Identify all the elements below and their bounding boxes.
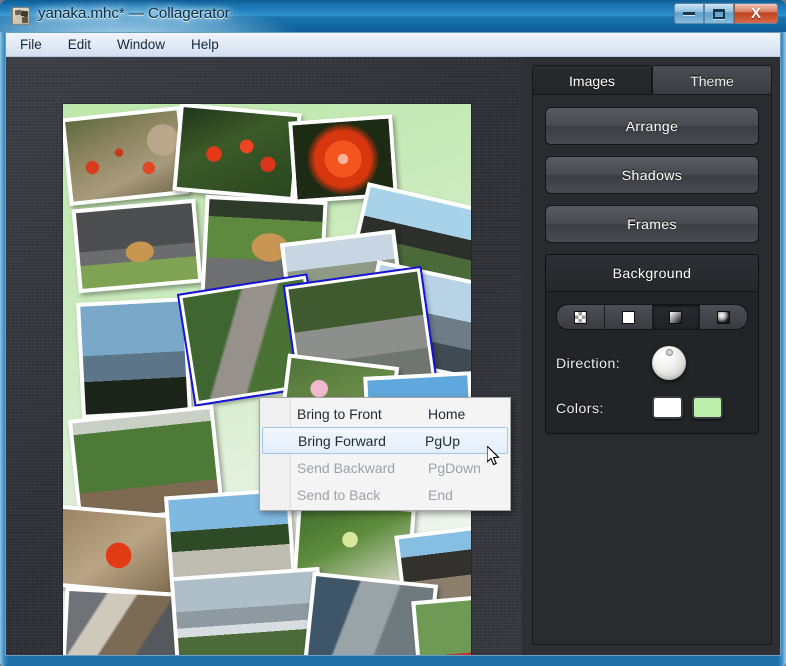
color-swatch-2[interactable] (692, 396, 723, 419)
workspace: Images Theme Arrange Shadows Frames Back… (6, 57, 780, 655)
tab-images[interactable]: Images (532, 65, 652, 95)
photo-shinkansen-cityscape[interactable] (169, 566, 327, 655)
context-menu-item-send-to-back: Send to Back End (260, 481, 510, 508)
photo-red-fence-park[interactable] (411, 590, 471, 655)
photo-image (75, 203, 199, 289)
window-title: yanaka.mhc* — Collagerator (38, 5, 230, 22)
background-group-body: Direction: Colors: (546, 292, 758, 433)
context-menu-item-shortcut: Home (428, 405, 466, 422)
colors-label: Colors: (556, 399, 604, 416)
menu-item-edit[interactable]: Edit (68, 37, 91, 52)
knob-indicator-icon (666, 349, 673, 356)
tab-theme[interactable]: Theme (652, 65, 772, 95)
colors-row: Colors: (556, 396, 748, 419)
context-menu-item-label: Bring to Front (297, 405, 382, 422)
arrange-button[interactable]: Arrange (545, 107, 759, 145)
context-menu-item-bring-forward[interactable]: Bring Forward PgUp (262, 427, 508, 454)
fill-mode-solid[interactable] (605, 305, 653, 329)
background-group-title: Background (546, 255, 758, 292)
background-group: Background Direction: Colors: (545, 254, 759, 434)
photo-image (63, 508, 182, 594)
shadows-button[interactable]: Shadows (545, 156, 759, 194)
radial-gradient-icon (717, 310, 731, 324)
linear-gradient-icon (669, 310, 683, 324)
context-menu-item-shortcut: End (428, 486, 453, 503)
frames-button[interactable]: Frames (545, 205, 759, 243)
context-menu-item-send-backward: Send Backward PgDown (260, 454, 510, 481)
photo-image (65, 110, 185, 202)
photo-red-flowers-wall[interactable] (63, 105, 190, 207)
photo-image (64, 591, 186, 655)
menu-item-file[interactable]: File (20, 37, 42, 52)
color-swatch-1[interactable] (652, 396, 683, 419)
maximize-button[interactable] (704, 3, 734, 24)
menu-item-window[interactable]: Window (117, 37, 165, 52)
fill-mode-transparent[interactable] (557, 305, 605, 329)
photo-image (80, 301, 188, 415)
solid-fill-icon (621, 310, 635, 324)
minimize-button[interactable] (674, 3, 704, 24)
context-menu-item-label: Send Backward (297, 459, 396, 476)
close-icon: X (750, 5, 761, 22)
photo-image (173, 571, 323, 655)
photo-image (176, 107, 298, 197)
checkerboard-icon (573, 310, 587, 324)
context-menu: Bring to Front Home Bring Forward PgUp S… (259, 397, 511, 511)
menu-bar: File Edit Window Help (6, 33, 780, 57)
sidebar-panel: Images Theme Arrange Shadows Frames Back… (522, 57, 780, 655)
direction-row: Direction: (556, 346, 748, 380)
collage-app-icon (12, 7, 30, 25)
photo-image (415, 595, 471, 655)
direction-label: Direction: (556, 355, 621, 371)
direction-knob[interactable] (652, 346, 686, 380)
fill-mode-selector (556, 304, 748, 330)
photo-cat-standing-road[interactable] (71, 198, 203, 294)
fill-mode-radial-gradient[interactable] (700, 305, 747, 329)
window-controls: X (674, 3, 778, 24)
context-menu-item-bring-to-front[interactable]: Bring to Front Home (260, 400, 510, 427)
minimize-icon (683, 12, 695, 15)
context-menu-item-label: Send to Back (297, 486, 381, 503)
collage-canvas-area[interactable] (6, 57, 522, 655)
photo-red-spider-lilies[interactable] (172, 104, 302, 202)
menu-item-help[interactable]: Help (191, 37, 219, 52)
collage-sheet[interactable] (63, 104, 471, 655)
title-bar[interactable]: yanaka.mhc* — Collagerator X (0, 0, 786, 32)
close-button[interactable]: X (734, 3, 778, 24)
maximize-icon (713, 8, 725, 19)
fill-mode-linear-gradient[interactable] (652, 305, 701, 329)
photo-skytree-from-park[interactable] (76, 297, 192, 419)
window-client-area: File Edit Window Help Images Theme Arran… (5, 32, 781, 656)
images-tab-panel: Arrange Shadows Frames Background Direct… (532, 94, 772, 645)
arrow-pointer-icon (487, 446, 500, 466)
context-menu-item-label: Bring Forward (298, 432, 386, 449)
sidebar-tabs: Images Theme (532, 65, 772, 95)
application-window: yanaka.mhc* — Collagerator X File Edit W… (0, 0, 786, 666)
